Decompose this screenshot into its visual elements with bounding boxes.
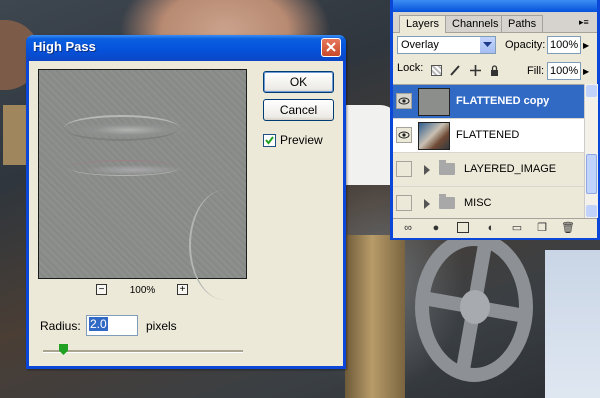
layer-thumbnail xyxy=(418,88,450,116)
zoom-controls: − 100% + xyxy=(38,283,247,299)
radius-value: 2.0 xyxy=(89,317,108,331)
blend-mode-select[interactable]: Overlay xyxy=(397,36,496,54)
panel-menu-icon[interactable]: ▸≡ xyxy=(579,17,591,27)
layer-row-flattened-copy[interactable]: FLATTENED copy xyxy=(393,85,584,119)
preview-detail xyxy=(69,160,179,176)
lock-brush-icon[interactable] xyxy=(450,65,461,76)
layer-name: FLATTENED copy xyxy=(456,95,550,107)
cancel-button[interactable]: Cancel xyxy=(263,99,334,121)
radius-slider-track[interactable] xyxy=(43,350,243,353)
ok-button[interactable]: OK xyxy=(263,71,334,93)
radius-label: Radius: xyxy=(40,319,81,333)
brass-fitting xyxy=(3,105,28,165)
opacity-input[interactable]: 100% xyxy=(547,36,581,54)
opacity-label: Opacity: xyxy=(505,39,546,51)
layer-row-flattened[interactable]: FLATTENED xyxy=(393,119,584,153)
close-icon xyxy=(326,42,336,52)
lock-icons xyxy=(431,63,505,77)
checkmark-icon xyxy=(265,136,274,145)
adjustment-icon[interactable]: ◐ xyxy=(484,222,498,234)
opacity-arrow-icon[interactable]: ▶ xyxy=(583,41,589,50)
fx-icon[interactable]: ● xyxy=(429,222,443,234)
fill-label: Fill: xyxy=(527,65,545,77)
mask-icon[interactable] xyxy=(457,222,469,233)
lock-label: Lock: xyxy=(397,62,424,74)
lock-move-icon[interactable] xyxy=(469,65,481,77)
layer-name: FLATTENED xyxy=(456,129,520,141)
tab-paths[interactable]: Paths xyxy=(501,15,544,32)
expand-triangle-icon[interactable] xyxy=(424,165,430,175)
dialog-title: High Pass xyxy=(33,39,96,54)
layers-bottom-bar: ∞ ● ◐ ▭ ❐ 🗑 xyxy=(393,218,597,238)
new-layer-icon[interactable]: ❐ xyxy=(535,222,549,234)
eye-icon[interactable] xyxy=(396,127,412,143)
panel-tabs: Layers Channels Paths ▸≡ xyxy=(393,12,597,33)
radius-input[interactable]: 2.0 xyxy=(86,315,138,336)
preview-detail xyxy=(64,115,179,141)
zoom-in-button[interactable]: + xyxy=(177,284,188,295)
preview-label: Preview xyxy=(280,133,323,147)
fill-input[interactable]: 100% xyxy=(547,62,581,80)
link-icon[interactable]: ∞ xyxy=(401,222,415,234)
tab-channels[interactable]: Channels xyxy=(445,15,506,32)
scroll-up-button[interactable] xyxy=(586,85,597,97)
folder-icon xyxy=(439,160,455,175)
scroll-thumb[interactable] xyxy=(586,154,597,194)
layer-group-misc[interactable]: MISC xyxy=(393,187,584,219)
layer-group-layered-image[interactable]: LAYERED_IMAGE xyxy=(393,153,584,187)
layer-thumbnail xyxy=(418,122,450,150)
group-name: LAYERED_IMAGE xyxy=(464,163,557,175)
new-group-icon[interactable]: ▭ xyxy=(510,222,524,234)
layers-panel: Layers Channels Paths ▸≡ Overlay Opacity… xyxy=(390,0,600,240)
expand-triangle-icon[interactable] xyxy=(424,199,430,209)
dialog-titlebar[interactable]: High Pass xyxy=(26,35,346,61)
radius-unit: pixels xyxy=(146,319,177,333)
close-button[interactable] xyxy=(321,38,341,57)
chevron-down-icon[interactable] xyxy=(479,37,495,53)
trash-icon[interactable]: 🗑 xyxy=(561,222,575,234)
eye-icon[interactable] xyxy=(396,93,412,109)
scroll-down-button[interactable] xyxy=(586,205,597,217)
zoom-level: 100% xyxy=(129,285,156,296)
group-name: MISC xyxy=(464,197,492,209)
radius-slider-thumb[interactable] xyxy=(59,344,68,355)
visibility-toggle[interactable] xyxy=(396,161,412,177)
fill-arrow-icon[interactable]: ▶ xyxy=(583,67,589,76)
sky-patch xyxy=(545,250,600,398)
folder-icon xyxy=(439,194,455,209)
lock-transparency-icon[interactable] xyxy=(431,65,442,77)
layers-scrollbar[interactable] xyxy=(584,84,598,218)
high-pass-dialog: High Pass − 100% + OK Cancel Preview Rad… xyxy=(26,35,346,369)
brass-pipe xyxy=(345,235,405,398)
visibility-toggle[interactable] xyxy=(396,195,412,211)
lock-all-icon[interactable] xyxy=(489,65,500,77)
valve-hub xyxy=(460,290,490,324)
blend-mode-value: Overlay xyxy=(401,39,439,51)
tab-layers[interactable]: Layers xyxy=(399,15,447,33)
filter-preview[interactable] xyxy=(38,69,247,300)
checkbox-box[interactable] xyxy=(263,134,276,147)
layers-list: FLATTENED copy FLATTENED LAYERED_IMAGE M… xyxy=(393,84,584,219)
panel-titlebar[interactable] xyxy=(393,0,597,12)
